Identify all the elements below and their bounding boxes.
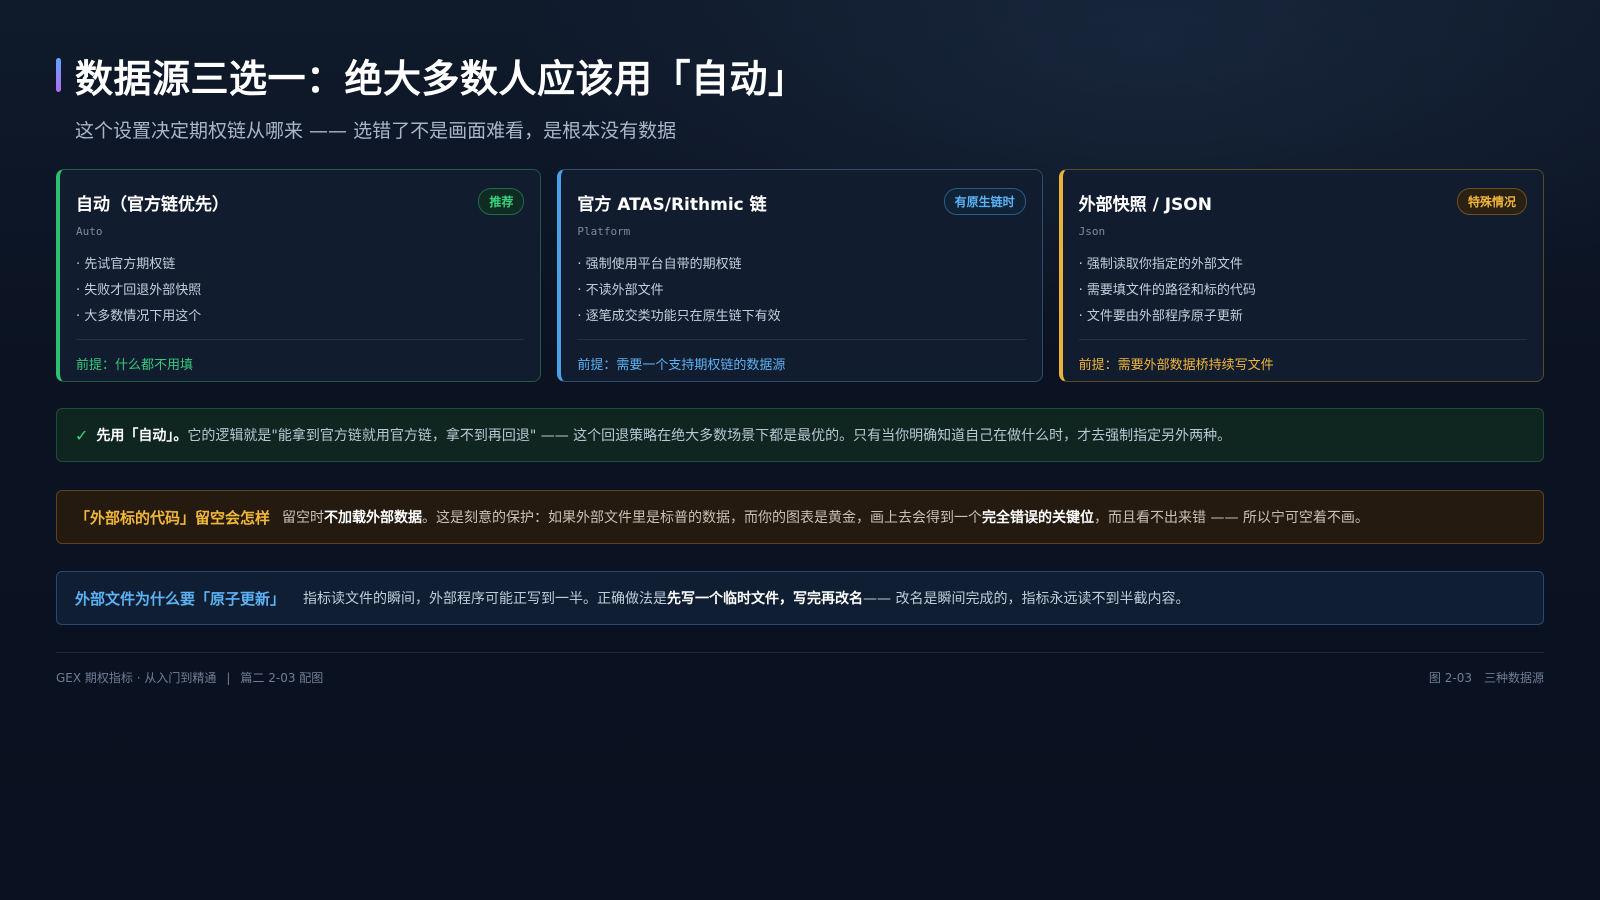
card-list: · 先试官方期权链 · 失败才回退外部快照 · 大多数情况下用这个 [76, 252, 524, 330]
callout-body: 它的逻辑就是"能拿到官方链就用官方链，拿不到再回退" —— 这个回退策略在绝大多… [187, 428, 1232, 444]
callout-lead: 先用「自动」。 [96, 428, 188, 444]
list-item: · 强制读取你指定的外部文件 [1078, 257, 1243, 272]
card-auto: 自动（官方链优先） 推荐 Auto · 先试官方期权链 · 失败才回退外部快照 … [56, 169, 542, 382]
card-divider [1078, 339, 1527, 340]
card-title: 自动（官方链优先） [76, 195, 229, 215]
card-title: 外部快照 / JSON [1078, 195, 1212, 215]
title-accent-bar [56, 58, 61, 92]
card-divider [577, 339, 1026, 340]
slide: 数据源三选一：绝大多数人应该用「自动」 这个设置决定期权链从哪来 —— 选错了不… [0, 0, 1600, 900]
info-callout: 外部文件为什么要「原子更新」 指标读文件的瞬间，外部程序可能正写到一半。正确做法… [56, 571, 1544, 625]
list-item: · 大多数情况下用这个 [76, 309, 202, 324]
card-header: 官方 ATAS/Rithmic 链 有原生链时 [577, 188, 1026, 215]
card-header: 自动（官方链优先） 推荐 [76, 188, 525, 215]
card-divider [76, 339, 525, 340]
callout-text: ，而且看不出来错 —— 所以宁可空着不画。 [1094, 510, 1369, 526]
callout-label: 「外部标的代码」留空会怎样 [75, 508, 271, 527]
recommend-badge: 推荐 [478, 188, 525, 215]
card-list: · 强制读取你指定的外部文件 · 需要填文件的路径和标的代码 · 文件要由外部程… [1079, 252, 1527, 330]
list-item: · 失败才回退外部快照 [76, 283, 202, 298]
callout-emphasis: 完全错误的关键位 [982, 510, 1095, 526]
list-item: · 文件要由外部程序原子更新 [1078, 309, 1243, 324]
footer-series: GEX 期权指标 · 从入门到精通 [56, 671, 217, 685]
card-prerequisite: 前提：什么都不用填 [76, 358, 194, 373]
card-json: 外部快照 / JSON 特殊情况 Json · 强制读取你指定的外部文件 · 需… [1058, 169, 1544, 382]
list-item: · 先试官方期权链 [76, 257, 176, 272]
check-icon: ✓ [75, 425, 89, 445]
recommend-callout: ✓ 先用「自动」。 它的逻辑就是"能拿到官方链就用官方链，拿不到再回退" —— … [56, 408, 1544, 462]
list-item: · 逐笔成交类功能只在原生链下有效 [577, 309, 781, 324]
footer-separator: | [226, 671, 231, 685]
footer-right: 图 2-03 三种数据源 [1429, 669, 1544, 686]
footer-divider [56, 652, 1544, 653]
list-item: · 强制使用平台自带的期权链 [577, 257, 742, 272]
card-prerequisite: 前提：需要一个支持期权链的数据源 [577, 358, 786, 373]
callout-label: 外部文件为什么要「原子更新」 [75, 589, 286, 608]
callout-text: 留空时 [282, 510, 325, 526]
card-code: Platform [577, 225, 631, 238]
card-title: 官方 ATAS/Rithmic 链 [577, 195, 767, 215]
callout-text: 。这是刻意的保护：如果外部文件里是标普的数据，而你的图表是黄金，画上去会得到一个 [422, 510, 983, 526]
native-chain-badge: 有原生链时 [943, 188, 1026, 215]
footer-chapter: 篇二 2-03 配图 [240, 671, 324, 685]
card-code: Auto [76, 225, 103, 238]
page-title: 数据源三选一：绝大多数人应该用「自动」 [75, 56, 807, 101]
callout-emphasis: 先写一个临时文件，写完再改名 [667, 591, 864, 607]
figure-name: 三种数据源 [1483, 671, 1544, 685]
callout-emphasis: 不加载外部数据 [324, 510, 423, 526]
figure-number: 图 2-03 [1428, 671, 1472, 685]
card-code: Json [1078, 225, 1106, 238]
callout-text: —— 改名是瞬间完成的，指标永远读不到半截内容。 [863, 591, 1190, 607]
list-item: · 不读外部文件 [577, 283, 664, 298]
option-cards: 自动（官方链优先） 推荐 Auto · 先试官方期权链 · 失败才回退外部快照 … [56, 169, 1544, 382]
card-header: 外部快照 / JSON 特殊情况 [1079, 188, 1527, 215]
card-list: · 强制使用平台自带的期权链 · 不读外部文件 · 逐笔成交类功能只在原生链下有… [577, 252, 1025, 330]
special-case-badge: 特殊情况 [1456, 188, 1527, 215]
warning-callout: 「外部标的代码」留空会怎样 留空时 不加载外部数据 。这是刻意的保护：如果外部文件里… [56, 490, 1544, 544]
callout-text: 指标读文件的瞬间，外部程序可能正写到一半。正确做法是 [303, 591, 668, 607]
footer-left: GEX 期权指标 · 从入门到精通 | 篇二 2-03 配图 [56, 669, 323, 686]
page-subtitle: 这个设置决定期权链从哪来 —— 选错了不是画面难看，是根本没有数据 [75, 120, 677, 142]
list-item: · 需要填文件的路径和标的代码 [1078, 283, 1256, 298]
card-prerequisite: 前提：需要外部数据桥持续写文件 [1078, 358, 1274, 373]
card-platform: 官方 ATAS/Rithmic 链 有原生链时 Platform · 强制使用平… [557, 169, 1043, 382]
title-row: 数据源三选一：绝大多数人应该用「自动」 [56, 52, 807, 101]
